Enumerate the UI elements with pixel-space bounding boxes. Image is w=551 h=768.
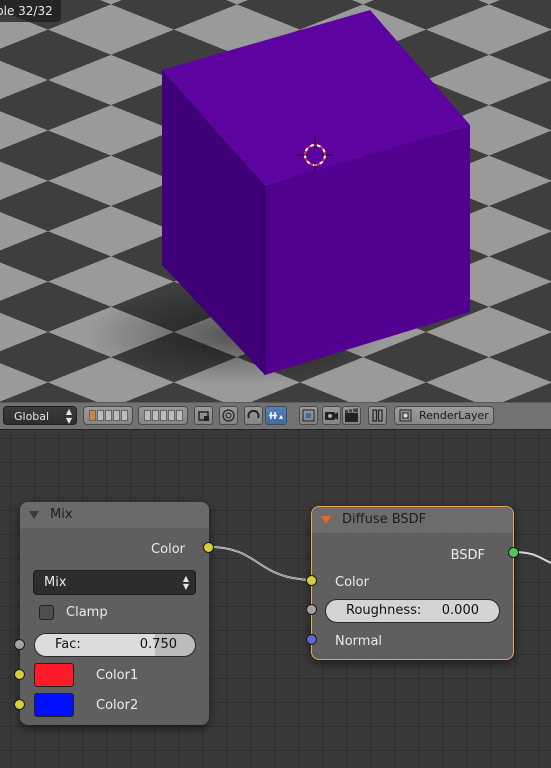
transform-orientation-select[interactable]: Global ▲ ▼ — [3, 406, 77, 425]
normal-label: Normal — [335, 634, 383, 649]
scene-layers-grid-2[interactable] — [138, 406, 188, 425]
render-layer-label: RenderLayer — [419, 409, 489, 422]
diffuse-bsdf-node[interactable]: Diffuse BSDF BSDF Color Roughness: 0.000… — [311, 506, 514, 660]
up-down-arrows-icon: ▲ ▼ — [182, 574, 189, 591]
render-layer-icon — [399, 409, 412, 422]
3d-viewport[interactable]: ple 32/32 — [0, 0, 551, 402]
blend-type-value: Mix — [44, 575, 67, 590]
clamp-checkbox[interactable] — [39, 605, 54, 620]
diffuse-color-label: Color — [335, 575, 369, 590]
node-editor-canvas[interactable]: Mix Color Mix ▲ ▼ Clamp Fac: 0.750 Color1… — [0, 430, 551, 768]
color1-label: Color1 — [96, 668, 139, 683]
viewport-header: Global ▲ ▼ ▴ RenderLayer — [0, 402, 551, 430]
lock-layers-icon[interactable] — [194, 406, 213, 425]
snap-target-icon[interactable] — [299, 406, 318, 425]
pause-icon[interactable] — [368, 406, 387, 425]
render-layer-button[interactable]: RenderLayer — [394, 406, 494, 425]
roughness-input-socket[interactable] — [306, 604, 317, 615]
bsdf-output-socket[interactable] — [508, 547, 519, 558]
snap-element-icon[interactable]: ▴ — [265, 406, 287, 425]
color2-input-socket[interactable] — [14, 699, 25, 710]
render-sample-status: ple 32/32 — [0, 0, 61, 22]
snap-magnet-icon[interactable] — [244, 406, 263, 425]
mix-output-color-label: Color — [151, 542, 185, 557]
mix-node[interactable]: Mix Color Mix ▲ ▼ Clamp Fac: 0.750 Color1… — [20, 502, 209, 725]
fac-label: Fac: — [55, 637, 81, 652]
roughness-value: 0.000 — [441, 603, 479, 618]
mix-color-output-socket[interactable] — [203, 542, 214, 553]
transform-orientation-label: Global — [14, 410, 50, 423]
fac-input-socket[interactable] — [14, 639, 25, 650]
blend-type-select[interactable]: Mix ▲ ▼ — [33, 570, 196, 595]
diffuse-color-input-socket[interactable] — [306, 575, 317, 586]
render-camera-icon[interactable] — [322, 406, 341, 425]
collapse-triangle-icon[interactable] — [29, 511, 39, 519]
mix-node-title: Mix — [50, 507, 73, 522]
render-animation-icon[interactable] — [342, 406, 361, 425]
diffuse-node-header[interactable]: Diffuse BSDF — [312, 507, 513, 533]
color2-label: Color2 — [96, 698, 139, 713]
scene-layers-grid-1[interactable] — [83, 406, 133, 425]
fac-slider[interactable]: Fac: 0.750 — [34, 633, 196, 657]
clamp-label: Clamp — [66, 605, 108, 620]
normal-input-socket[interactable] — [306, 634, 317, 645]
color2-swatch[interactable] — [34, 693, 74, 717]
up-down-arrows-icon: ▲ ▼ — [65, 407, 72, 425]
fac-value: 0.750 — [139, 637, 177, 652]
roughness-label: Roughness: — [346, 603, 422, 618]
roughness-slider[interactable]: Roughness: 0.000 — [325, 599, 500, 623]
color1-swatch[interactable] — [34, 663, 74, 687]
color1-input-socket[interactable] — [14, 669, 25, 680]
mix-node-header[interactable]: Mix — [20, 502, 209, 528]
color-link[interactable] — [208, 546, 312, 581]
viewport-scene — [0, 0, 551, 402]
proportional-edit-icon[interactable] — [219, 406, 238, 425]
collapse-triangle-icon[interactable] — [321, 516, 331, 524]
fac-slider-fill — [35, 634, 155, 656]
diffuse-node-title: Diffuse BSDF — [342, 512, 427, 527]
svg-text:▴: ▴ — [279, 412, 283, 421]
bsdf-output-label: BSDF — [450, 548, 485, 563]
